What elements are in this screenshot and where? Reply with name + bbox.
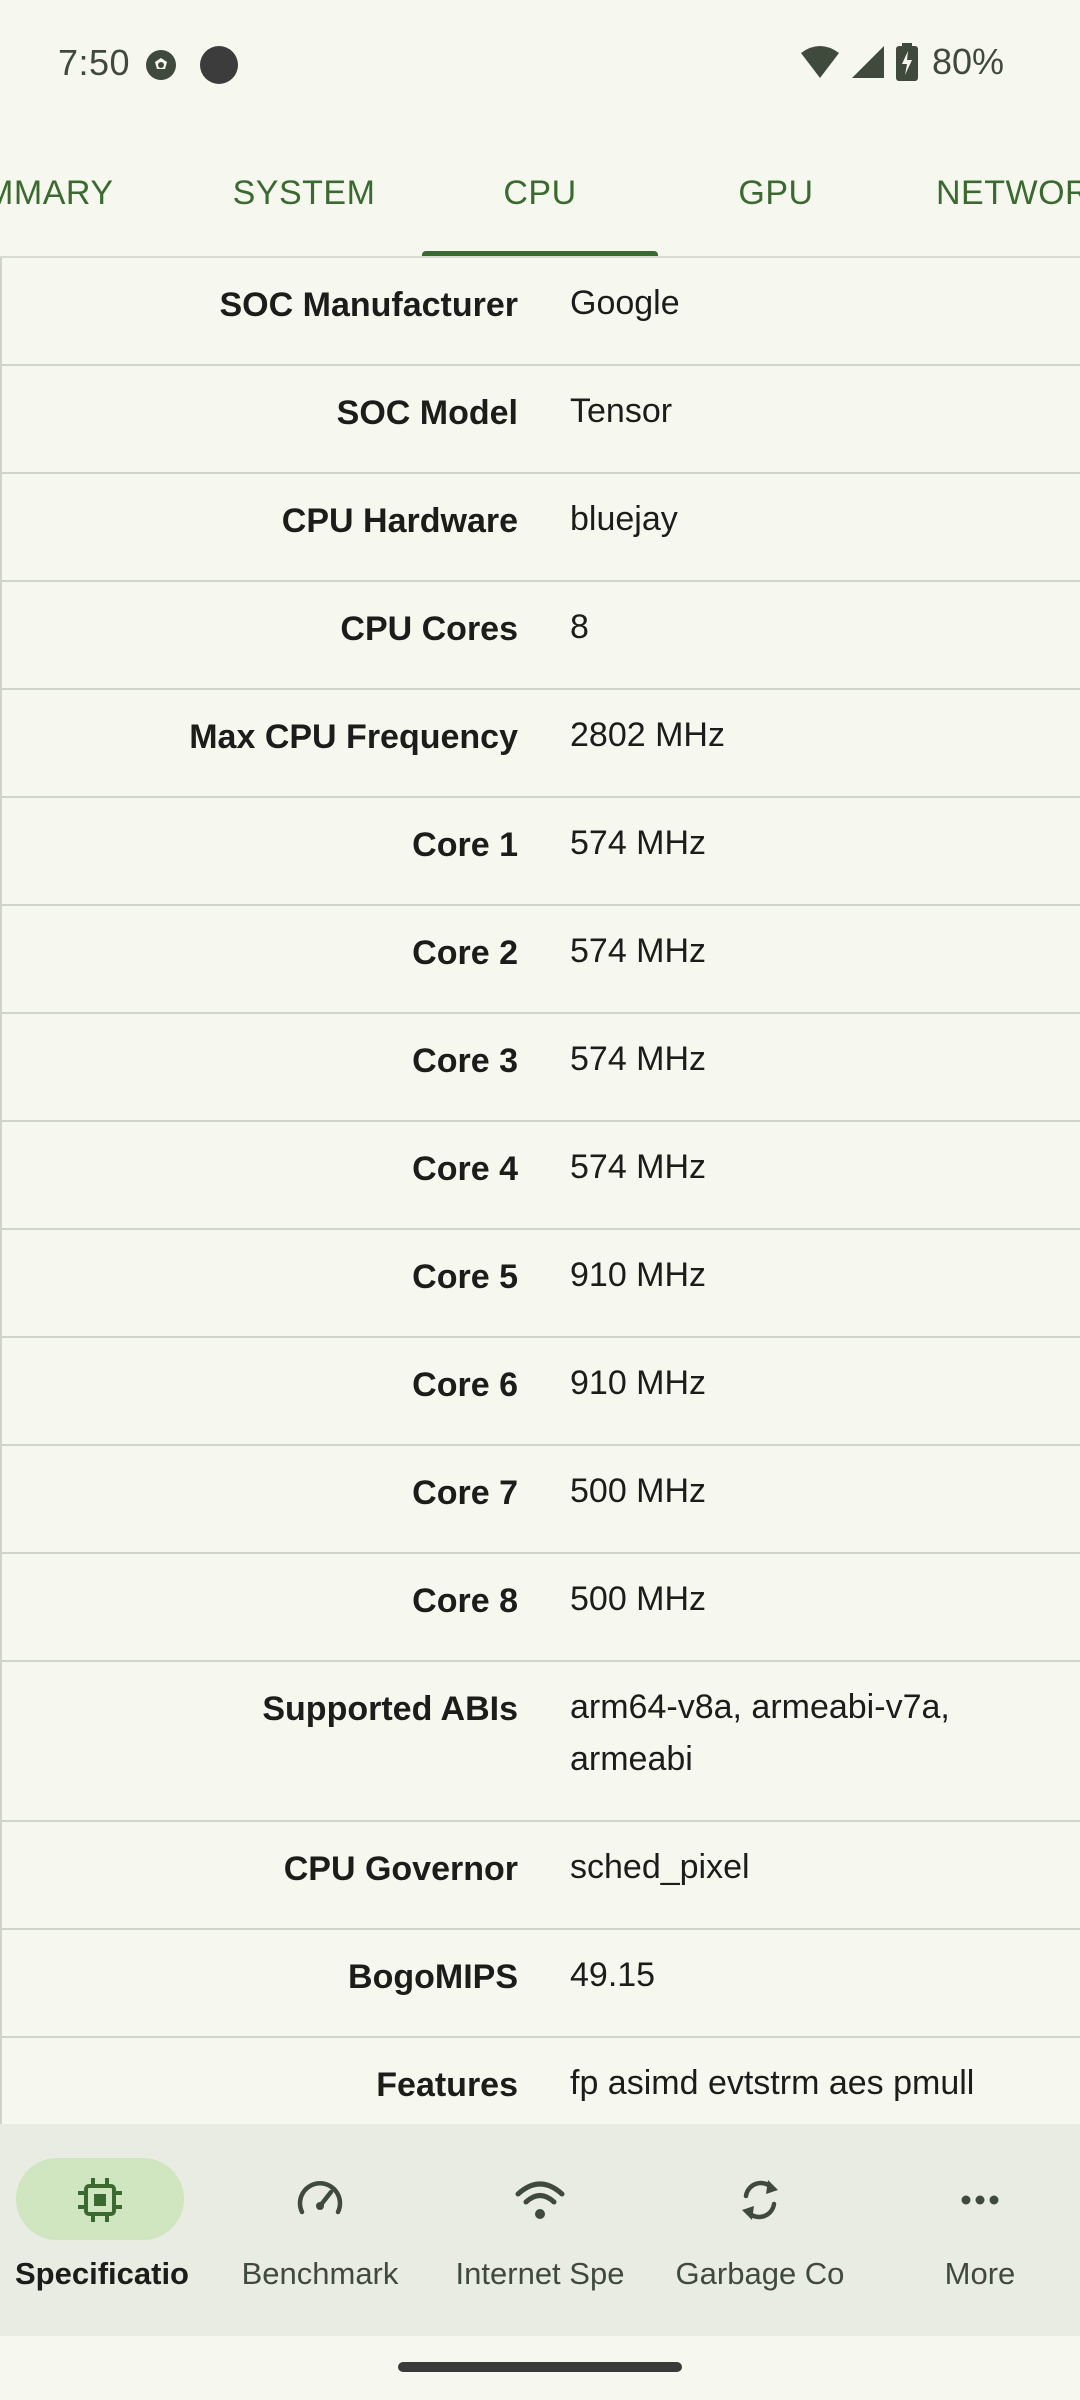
tab-label: SYSTEM [232,173,376,212]
spec-label: Core 7 [412,1474,518,1512]
spec-label: Core 6 [412,1366,518,1404]
status-bar: 7:50 80% [0,0,1080,130]
tab-summary[interactable]: UMMARY [0,130,180,256]
spec-label: Core 8 [412,1582,518,1620]
spec-value: 574 MHz [570,1148,707,1186]
nav-label: More [944,2256,1016,2291]
battery-charging-icon [895,43,918,81]
wifi-icon [800,46,839,78]
spec-row: Core 1 574 MHz [2,798,1080,906]
spec-value: fp asimd evtstrm aes pmull [570,2064,975,2102]
spec-row: SOC Manufacturer Google [2,258,1080,366]
home-indicator[interactable] [398,2362,682,2372]
tab-label: CPU [503,173,577,212]
tab-system[interactable]: SYSTEM [186,130,422,256]
spec-value: 910 MHz [570,1364,707,1402]
nav-label: Internet Spe [455,2256,625,2291]
bottom-navigation: Specificatio Benchmark Internet Spe Garb… [0,2124,1080,2336]
soccer-ball-icon [146,50,176,80]
tab-label: GPU [738,173,814,212]
spec-value: 8 [570,608,589,646]
tab-network[interactable]: NETWOR [936,130,1080,256]
spec-row: CPU Cores 8 [2,582,1080,690]
spec-row: Max CPU Frequency 2802 MHz [2,690,1080,798]
nav-label: Specificatio [15,2256,189,2291]
spec-value: sched_pixel [570,1848,750,1886]
refresh-icon [742,2180,778,2220]
battery-percent: 80% [931,41,1004,82]
spec-value: bluejay [570,500,678,538]
spec-row: Core 5 910 MHz [2,1230,1080,1338]
nav-more[interactable]: More [880,2124,1080,2336]
tab-label: NETWOR [936,173,1080,212]
tab-bar: UMMARY SYSTEM CPU GPU NETWOR [0,130,1080,258]
speedometer-icon [297,2181,343,2215]
status-icons: 80% [800,40,1004,84]
spec-row: CPU Hardware bluejay [2,474,1080,582]
spec-label: Max CPU Frequency [189,718,518,756]
spec-row: BogoMIPS 49.15 [2,1930,1080,2038]
spec-label: BogoMIPS [348,1958,518,1996]
spec-label: SOC Manufacturer [219,286,519,324]
more-horizontal-icon [961,2195,999,2205]
spec-label: Core 5 [412,1258,518,1296]
signal-icon [851,46,884,78]
spec-value: 574 MHz [570,824,707,862]
spec-row: Core 2 574 MHz [2,906,1080,1014]
tab-gpu[interactable]: GPU [658,130,894,256]
spec-row: Core 3 574 MHz [2,1014,1080,1122]
spec-label: Core 4 [412,1150,518,1188]
nav-garbage-collector[interactable]: Garbage Co [660,2124,860,2336]
spec-row: CPU Governor sched_pixel [2,1822,1080,1930]
nav-internet-speed[interactable]: Internet Spe [440,2124,640,2336]
spec-value: 500 MHz [570,1472,707,1510]
spec-value: Google [570,284,680,322]
spec-row: Core 6 910 MHz [2,1338,1080,1446]
spec-row: Core 4 574 MHz [2,1122,1080,1230]
spec-value: 574 MHz [570,932,707,970]
nav-label: Garbage Co [675,2256,845,2291]
active-tab-indicator [422,251,658,256]
spec-value: 49.15 [570,1956,656,1994]
spec-label: CPU Hardware [281,502,518,540]
spec-row: Supported ABIs arm64-v8a, armeabi-v7a, ar… [2,1662,1080,1822]
status-time: 7:50 [58,42,131,83]
spec-row: Features fp asimd evtstrm aes pmull [2,2038,1080,2124]
notification-dot-icon [200,46,238,84]
spec-value: arm64-v8a, armeabi-v7a, armeabi [570,1688,950,1778]
spec-row: SOC Model Tensor [2,366,1080,474]
spec-label: Core 3 [412,1042,518,1080]
spec-row: Core 7 500 MHz [2,1446,1080,1554]
wifi-icon [515,2181,565,2219]
cpu-spec-table[interactable]: SOC Manufacturer Google SOC Model Tensor CPU… [0,258,1080,2124]
chip-icon [78,2178,122,2222]
spec-value: 574 MHz [570,1040,707,1078]
nav-benchmark[interactable]: Benchmark [220,2124,420,2336]
spec-label: Features [376,2066,518,2104]
tab-label: UMMARY [0,173,114,212]
nav-label: Benchmark [241,2256,399,2291]
spec-label: Core 2 [412,934,518,972]
nav-specifications[interactable]: Specificatio [0,2124,200,2336]
spec-value: 500 MHz [570,1580,707,1618]
spec-label: Supported ABIs [262,1690,518,1728]
spec-value: Tensor [570,392,673,430]
spec-value: 910 MHz [570,1256,707,1294]
spec-label: Core 1 [412,826,518,864]
tab-cpu[interactable]: CPU [422,130,658,256]
spec-label: SOC Model [336,394,518,432]
spec-label: CPU Governor [283,1850,518,1888]
spec-value: 2802 MHz [570,716,725,754]
spec-row: Core 8 500 MHz [2,1554,1080,1662]
spec-label: CPU Cores [340,610,518,648]
